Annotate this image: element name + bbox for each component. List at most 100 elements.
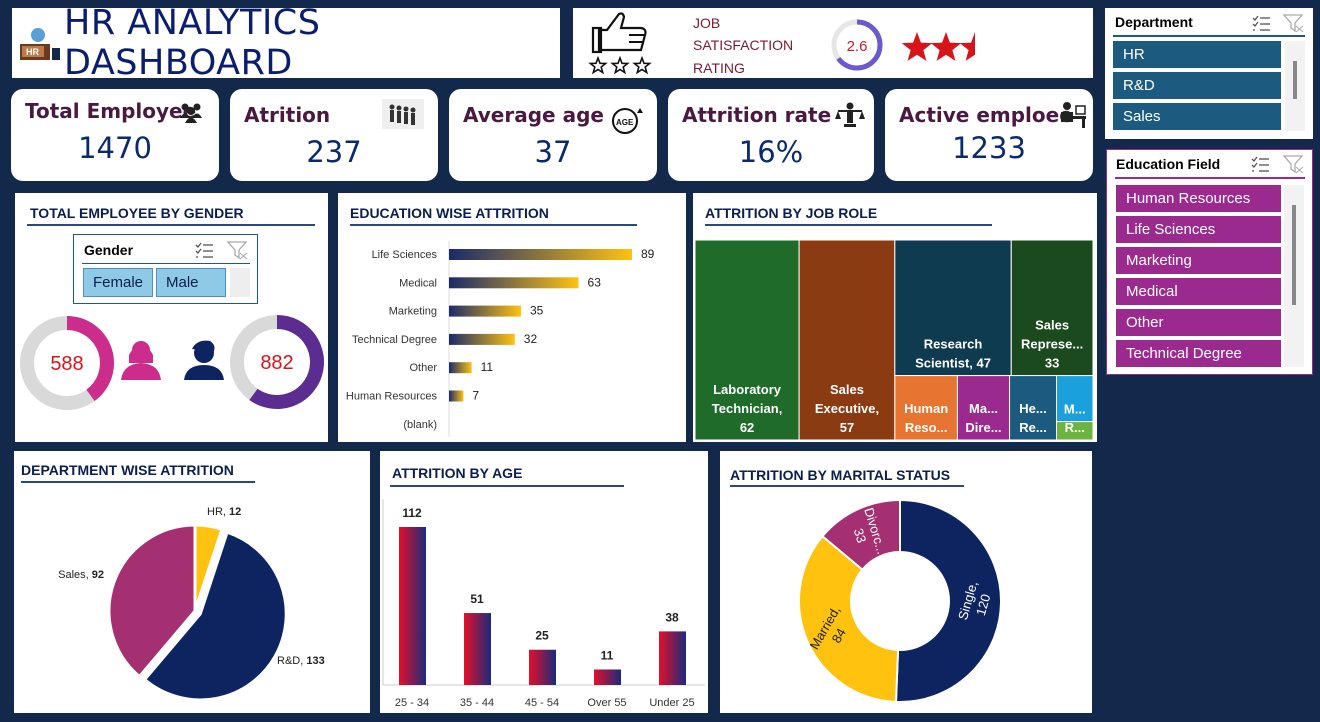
balance-person-icon xyxy=(834,99,866,136)
svg-text:AGE: AGE xyxy=(616,118,634,127)
education-slicer-title: Education Field xyxy=(1116,156,1221,172)
category-label: Over 55 xyxy=(587,697,626,709)
education-field-slicer: Education Field Human Resources Life Sci… xyxy=(1106,149,1313,375)
rating-label-line-2: SATISFACTION xyxy=(693,37,793,53)
kpi-label: Average age xyxy=(463,103,604,127)
donut-label: 588 xyxy=(50,353,83,375)
jobrole-treemap: Laboratory Technician, 62 Sales Executive, 57… xyxy=(694,239,1094,441)
department-option-hr[interactable]: HR xyxy=(1113,41,1281,68)
kpi-value: 237 xyxy=(306,135,362,169)
job-satisfaction-panel: JOB SATISFACTION RATING 2.6 xyxy=(573,8,1093,78)
kpi-label: Attrition rate xyxy=(682,103,832,127)
bar xyxy=(449,277,579,289)
hr-logo-icon: HR xyxy=(20,26,60,60)
department-slicer-title: Department xyxy=(1115,14,1193,30)
kpi-average-age: Average age AGE 37 xyxy=(449,89,657,181)
data-label: 89 xyxy=(641,247,655,261)
bar xyxy=(594,669,621,685)
gender-chart: TOTAL EMPLOYEE BY GENDER Gender Female M… xyxy=(15,193,328,442)
treemap-label: Sales xyxy=(1035,318,1069,333)
bar xyxy=(529,649,556,685)
rating-label-line-3: RATING xyxy=(693,60,745,76)
category-label: Other xyxy=(409,362,437,374)
rating-stars xyxy=(901,32,991,61)
category-label: Marketing xyxy=(389,306,437,318)
rating-star-icon xyxy=(930,32,962,61)
department-slicer: Department HR R&D Sales xyxy=(1105,8,1313,139)
marital-donut-chart: Single,120Married,84Divorc...33 xyxy=(798,498,1002,703)
education-slicer-scrollbar[interactable] xyxy=(1284,185,1304,367)
education-option-other[interactable]: Other xyxy=(1116,309,1281,336)
bar xyxy=(449,333,515,345)
pie-label: R&D, 133 xyxy=(277,655,325,667)
pie-label: HR, 12 xyxy=(207,506,241,518)
category-label: 35 - 44 xyxy=(460,697,494,709)
data-label: 11 xyxy=(601,648,614,662)
male-person-icon xyxy=(184,340,224,380)
education-option-human-resources[interactable]: Human Resources xyxy=(1116,185,1281,212)
kpi-attrition-rate: Attrition rate 16% xyxy=(668,89,874,181)
clear-filter-icon[interactable] xyxy=(1282,13,1304,33)
donut-segment xyxy=(798,534,900,703)
education-option-marketing[interactable]: Marketing xyxy=(1116,247,1281,274)
outline-star-icon xyxy=(632,55,652,75)
education-option-technical-degree[interactable]: Technical Degree xyxy=(1116,340,1281,367)
category-label: Under 25 xyxy=(649,697,694,709)
people-group-icon xyxy=(179,101,203,128)
treemap-label: Laboratory xyxy=(713,382,782,397)
age-chart: ATTRITION BY AGE 112 25 - 34 51 35 - 44 25 45… xyxy=(380,451,708,713)
multi-select-icon[interactable] xyxy=(1250,155,1270,173)
education-option-medical[interactable]: Medical xyxy=(1116,278,1281,305)
category-label: Life Sciences xyxy=(372,249,438,261)
clear-filter-icon[interactable] xyxy=(1282,154,1304,174)
outline-star-icon xyxy=(588,55,608,75)
bar xyxy=(659,631,686,685)
age-bar-chart: 112 25 - 34 51 35 - 44 25 45 - 54 11 Over 55 38 U… xyxy=(382,499,705,709)
treemap-label: 57 xyxy=(840,420,854,435)
rating-value: 2.6 xyxy=(847,38,868,55)
data-label: 112 xyxy=(402,506,422,520)
rating-label-line-1: JOB xyxy=(693,15,720,31)
bar xyxy=(449,249,632,260)
bar xyxy=(449,362,472,374)
thumbs-up-icon xyxy=(591,12,647,54)
category-label: 45 - 54 xyxy=(525,697,559,709)
treemap-label: Reso... xyxy=(905,420,948,435)
education-bar-chart: Life Sciences 89 Medical 63 Marketing 35 Techn… xyxy=(346,241,655,437)
data-label: 51 xyxy=(470,592,484,606)
kpi-attrition: Atrition 237 xyxy=(230,89,438,181)
title-panel: HR HR ANALYTICS DASHBOARD xyxy=(12,3,560,83)
department-slicer-scrollbar[interactable] xyxy=(1285,41,1305,131)
bar xyxy=(399,527,426,685)
education-chart: EDUCATION WISE ATTRITION Life Sciences 89… xyxy=(338,193,686,442)
treemap-label: Represe... xyxy=(1021,337,1083,352)
gender-donuts: 588 882 xyxy=(20,315,324,410)
kpi-value: 1470 xyxy=(78,131,152,165)
category-label: Human Resources xyxy=(346,391,438,403)
department-option-rnd[interactable]: R&D xyxy=(1113,72,1281,99)
multi-select-icon[interactable] xyxy=(1251,14,1271,32)
kpi-label: Total Employee xyxy=(25,99,197,123)
rating-gauge: 2.6 xyxy=(831,19,883,71)
kpi-total-employee: Total Employee 1470 xyxy=(11,89,219,181)
data-label: 63 xyxy=(588,275,602,289)
people-leaving-icon xyxy=(382,99,424,129)
category-label: (blank) xyxy=(403,419,437,431)
category-label: Medical xyxy=(399,277,437,289)
education-option-life-sciences[interactable]: Life Sciences xyxy=(1116,216,1281,243)
treemap-label: Scientist, 47 xyxy=(915,356,991,371)
category-label: 25 - 34 xyxy=(395,697,429,709)
treemap-label: R... xyxy=(1065,420,1085,435)
treemap-label: 62 xyxy=(740,420,754,435)
department-option-sales[interactable]: Sales xyxy=(1113,103,1281,130)
person-at-desk-icon xyxy=(1057,100,1087,133)
treemap-label: 33 xyxy=(1045,356,1059,371)
rating-star-icon xyxy=(959,32,991,61)
data-label: 32 xyxy=(524,332,538,346)
kpi-value: 16% xyxy=(738,135,804,169)
kpi-active-employee: Active emploee 1233 xyxy=(885,89,1093,181)
donut-label: 882 xyxy=(260,352,293,374)
jobrole-chart: ATTRITION BY JOB ROLE Laboratory Technici… xyxy=(693,193,1097,442)
bar xyxy=(449,305,521,317)
treemap-label: He... xyxy=(1019,401,1046,416)
